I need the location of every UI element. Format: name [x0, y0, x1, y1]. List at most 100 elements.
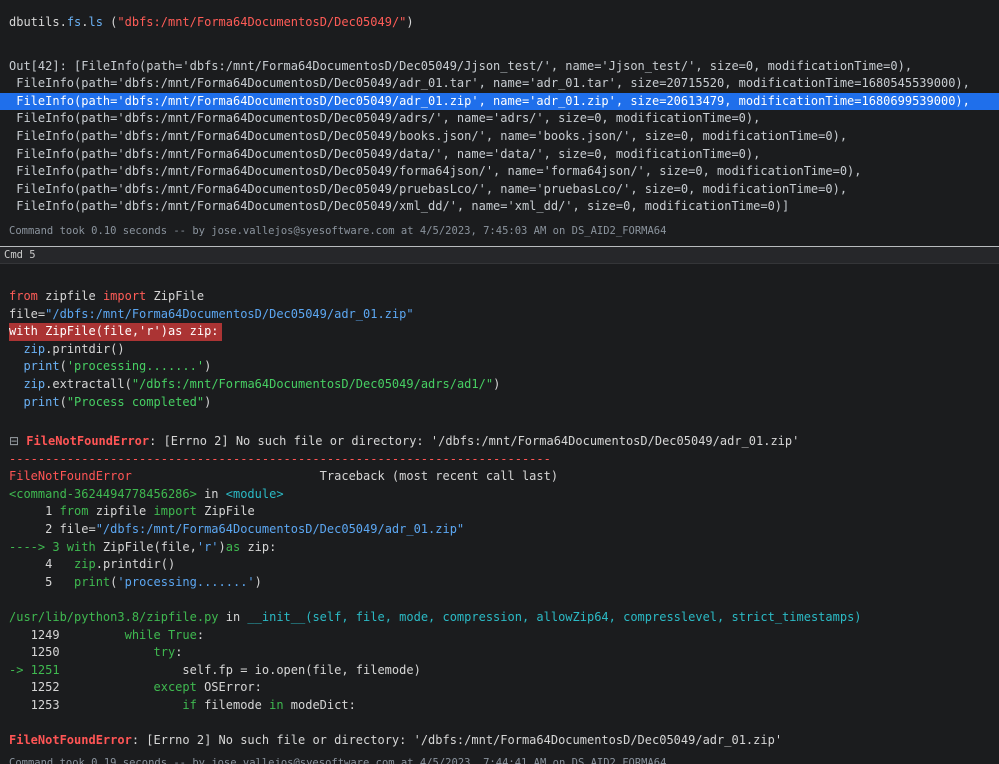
token: . [81, 15, 88, 29]
token: FileInfo(path='dbfs:/mnt/Forma64Document… [9, 182, 847, 196]
token: if [182, 698, 196, 712]
token: ls [89, 15, 103, 29]
token: print [23, 359, 59, 373]
token: FileNotFoundError [9, 733, 132, 747]
token: modeDict: [284, 698, 356, 712]
token: FileInfo(path='dbfs:/mnt/Forma64Document… [9, 111, 760, 125]
token: with ZipFile(file,'r')as zip: [9, 324, 219, 338]
token [9, 359, 23, 373]
output-line: FileInfo(path='dbfs:/mnt/Forma64Document… [0, 146, 999, 164]
token: Out[42]: [FileInfo(path='dbfs:/mnt/Forma… [9, 59, 912, 73]
token: OSError: [197, 680, 262, 694]
collapse-icon[interactable]: ⊟ [9, 434, 19, 448]
token: dbutils [9, 15, 60, 29]
token: from [60, 504, 89, 518]
output-line: FileInfo(path='dbfs:/mnt/Forma64Document… [0, 181, 999, 199]
cmd-bar[interactable]: Cmd 5 [0, 247, 999, 264]
token: FileInfo(path='dbfs:/mnt/Forma64Document… [9, 94, 970, 108]
token: __init__ [247, 610, 305, 624]
token: ) [204, 395, 211, 409]
traceback-line: 1249 while True: [0, 627, 999, 645]
token: FileInfo(path='dbfs:/mnt/Forma64Document… [9, 164, 862, 178]
code-line[interactable]: file="/dbfs:/mnt/Forma64DocumentosD/Dec0… [0, 306, 999, 324]
token: FileNotFoundError [26, 434, 149, 448]
token: -> 1251 [9, 663, 60, 677]
traceback-line: 1250 try: [0, 644, 999, 662]
code-editor-4[interactable]: dbutils.fs.ls ("dbfs:/mnt/Forma64Documen… [0, 14, 999, 32]
token: <command-3624494778456286> [9, 487, 197, 501]
code-line[interactable]: print('processing.......') [0, 358, 999, 376]
token: .printdir() [45, 342, 124, 356]
token: ( [60, 395, 67, 409]
token [9, 342, 23, 356]
token: 'processing.......' [117, 575, 254, 589]
token: .printdir() [96, 557, 175, 571]
token: print [74, 575, 110, 589]
token: in [197, 487, 226, 501]
token: filemode [197, 698, 269, 712]
token: : [175, 645, 182, 659]
token: FileNotFoundError [9, 469, 132, 483]
cell-divider: Cmd 5 [0, 246, 999, 264]
token: ZipFile [197, 504, 255, 518]
token: ( [60, 359, 67, 373]
token: Traceback (most recent call last) [132, 469, 558, 483]
traceback-line: /usr/lib/python3.8/zipfile.py in __init_… [0, 609, 999, 627]
token: . [60, 15, 67, 29]
token: zip [74, 557, 96, 571]
notebook-page: dbutils.fs.ls ("dbfs:/mnt/Forma64Documen… [0, 0, 999, 764]
token: 5 [9, 575, 74, 589]
token: from [9, 289, 38, 303]
error-highlight-line[interactable]: with ZipFile(file,'r')as zip: [9, 323, 222, 341]
token: while [125, 628, 161, 642]
traceback-line: 4 zip.printdir() [0, 556, 999, 574]
token [9, 592, 16, 606]
traceback-line: 2 file="/dbfs:/mnt/Forma64DocumentosD/De… [0, 521, 999, 539]
token: zipfile [88, 504, 153, 518]
command-cell-5: from zipfile import ZipFilefile="/dbfs:/… [0, 288, 999, 764]
token: 1252 [9, 680, 154, 694]
token [9, 395, 23, 409]
token: 1249 [9, 628, 125, 642]
token: zip: [240, 540, 276, 554]
token: file= [9, 307, 45, 321]
token: FileInfo(path='dbfs:/mnt/Forma64Document… [9, 76, 970, 90]
traceback-line: FileNotFoundError Traceback (most recent… [0, 468, 999, 486]
token: : [197, 628, 204, 642]
token: self.fp = io.open(file, filemode) [60, 663, 421, 677]
token: "dbfs:/mnt/Forma64DocumentosD/Dec05049/" [117, 15, 406, 29]
command-status-4: Command took 0.10 seconds -- by jose.val… [0, 224, 999, 238]
traceback-line [0, 715, 999, 733]
token: : [Errno 2] No such file or directory: '… [132, 733, 782, 747]
token: FileInfo(path='dbfs:/mnt/Forma64Document… [9, 129, 847, 143]
code-line[interactable]: dbutils.fs.ls ("dbfs:/mnt/Forma64Documen… [0, 14, 999, 32]
code-line[interactable]: zip.extractall("/dbfs:/mnt/Forma64Docume… [0, 376, 999, 394]
traceback-line: 1 from zipfile import ZipFile [0, 503, 999, 521]
code-line[interactable]: zip.printdir() [0, 341, 999, 359]
token: 'r' [197, 540, 219, 554]
token: True [168, 628, 197, 642]
traceback-line: 1253 if filemode in modeDict: [0, 697, 999, 715]
token: as [226, 540, 240, 554]
error-summary: ⊟ FileNotFoundError: [Errno 2] No such f… [0, 433, 999, 451]
token: 'processing.......' [67, 359, 204, 373]
token: ) [406, 15, 413, 29]
output-line-selected[interactable]: FileInfo(path='dbfs:/mnt/Forma64Document… [0, 93, 999, 111]
code-line[interactable]: print("Process completed") [0, 394, 999, 412]
output-line: FileInfo(path='dbfs:/mnt/Forma64Document… [0, 128, 999, 146]
token: /usr/lib/python3.8/zipfile.py [9, 610, 219, 624]
token: ) [255, 575, 262, 589]
command-result-4: Out[42]: [FileInfo(path='dbfs:/mnt/Forma… [0, 58, 999, 216]
traceback-line: -> 1251 self.fp = io.open(file, filemode… [0, 662, 999, 680]
traceback-line: 5 print('processing.......') [0, 574, 999, 592]
code-editor-5[interactable]: from zipfile import ZipFilefile="/dbfs:/… [0, 288, 999, 411]
traceback-line: 1252 except OSError: [0, 679, 999, 697]
token: <module> [226, 487, 284, 501]
command-status-5: Command took 0.19 seconds -- by jose.val… [0, 756, 999, 764]
token: 2 file= [9, 522, 96, 536]
token [9, 377, 23, 391]
token: print [23, 395, 59, 409]
code-line[interactable]: from zipfile import ZipFile [0, 288, 999, 306]
token: ( [103, 15, 117, 29]
token: "/dbfs:/mnt/Forma64DocumentosD/Dec05049/… [96, 522, 464, 536]
